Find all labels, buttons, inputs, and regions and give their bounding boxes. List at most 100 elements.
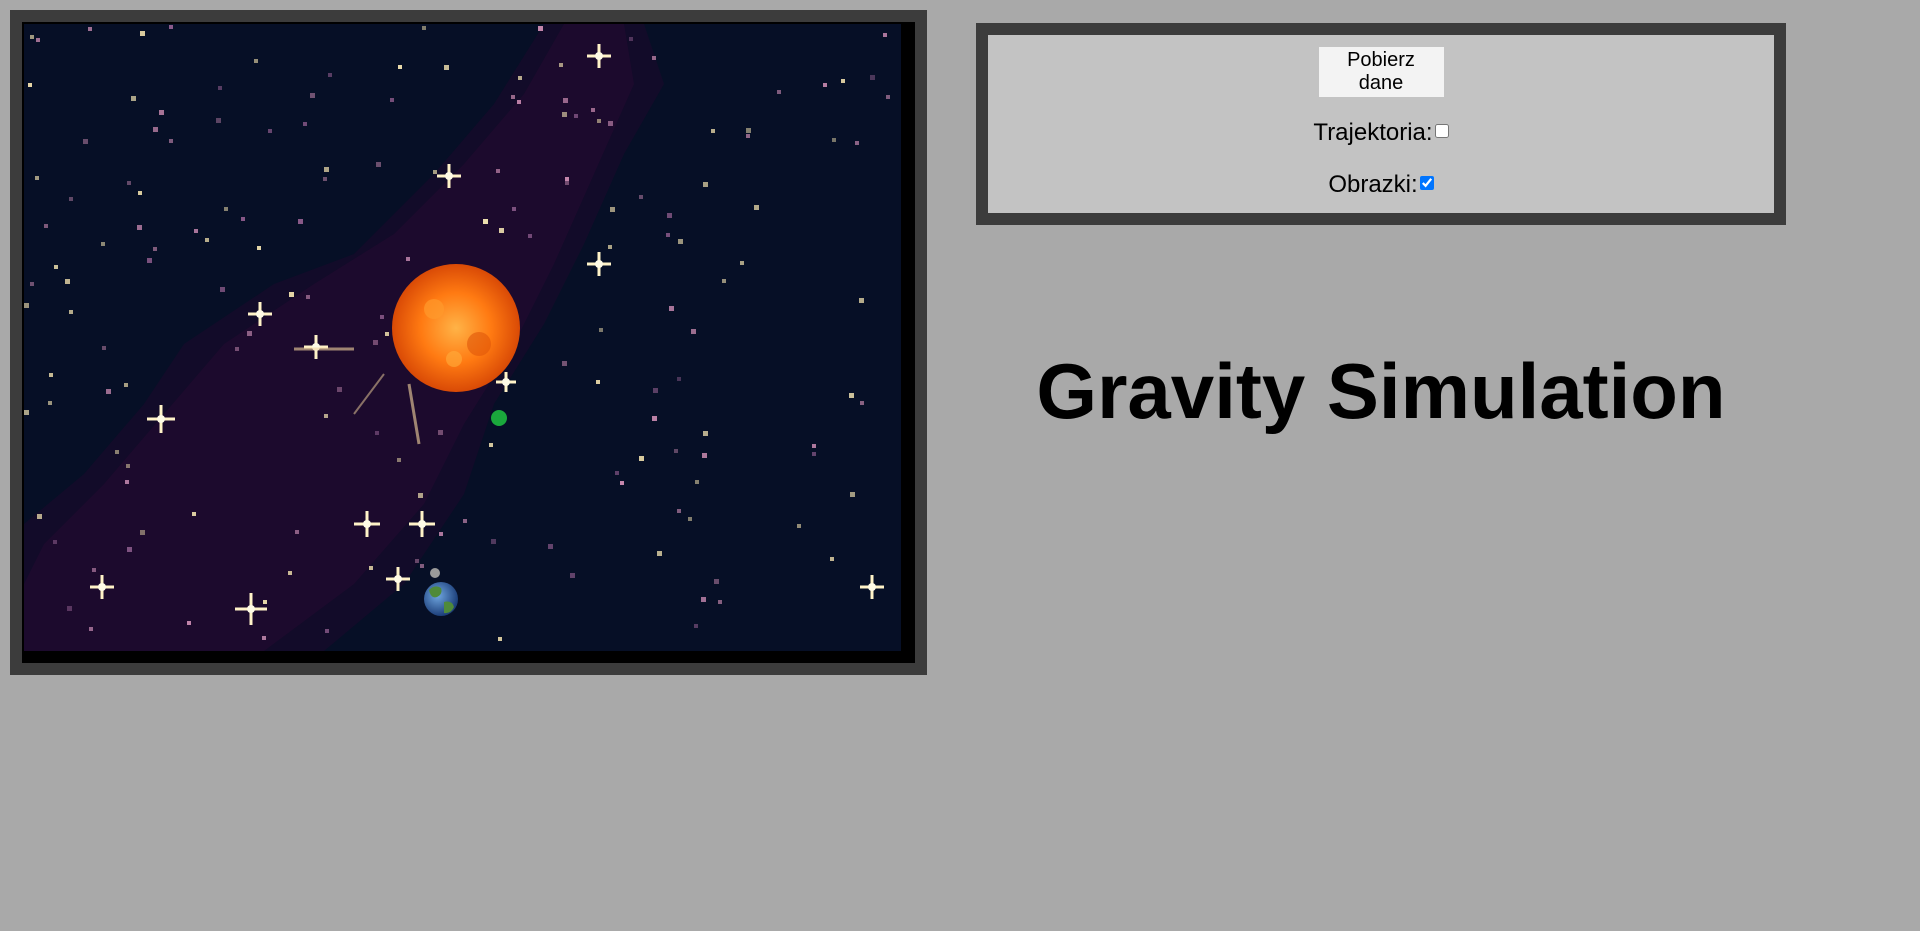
star [639,195,643,199]
star [740,261,744,265]
star [491,539,496,544]
star [639,456,644,461]
star [53,540,57,544]
star [205,238,209,242]
star [620,481,624,485]
star [860,401,864,405]
star [574,114,578,118]
star [106,389,111,394]
star [830,557,834,561]
star [36,38,40,42]
star [812,444,816,448]
star [328,73,332,77]
star [69,197,73,201]
star [669,306,674,311]
star [187,621,191,625]
star [418,493,423,498]
star [44,224,48,228]
star [88,27,92,31]
star [37,514,42,519]
star [596,380,600,384]
star [702,453,707,458]
star [615,471,619,475]
star [140,530,145,535]
star [591,108,595,112]
star [677,377,681,381]
star [137,225,142,230]
probe-dot[interactable] [491,410,507,426]
star [254,59,258,63]
star [599,328,603,332]
star [288,571,292,575]
star [380,315,384,319]
star [124,383,128,387]
star [169,25,173,29]
star [652,56,656,60]
images-checkbox[interactable] [1419,176,1434,190]
star [832,138,836,142]
star [653,388,658,393]
star [754,205,759,210]
star [548,544,553,549]
star [691,329,696,334]
sparkle-core [363,520,371,528]
star [306,295,310,299]
fetch-data-button[interactable]: Pobierz dane [1318,47,1444,97]
star [325,629,329,633]
star [295,530,299,534]
nebula-band [24,24,664,651]
images-row: Obrazki: [988,169,1774,201]
star [511,95,515,99]
star [695,480,699,484]
star [126,464,130,468]
sparkle-core [98,583,106,591]
star [65,279,70,284]
star [597,119,601,123]
simulation-canvas[interactable] [24,24,901,651]
star [310,93,315,98]
star [746,128,751,133]
star [268,129,272,133]
page-title: Gravity Simulation [1036,347,1726,435]
star [439,532,443,536]
star [169,139,173,143]
star [677,509,681,513]
earth-icon[interactable] [424,582,458,616]
moon-icon[interactable] [430,568,440,578]
star [153,127,158,132]
star [385,332,389,336]
star [194,229,198,233]
star [703,182,708,187]
trajectory-checkbox[interactable] [1434,124,1449,138]
star [722,279,726,283]
star [28,83,32,87]
star [390,98,394,102]
star [714,579,719,584]
star [420,564,424,568]
star [489,443,493,447]
star [823,83,827,87]
star [89,627,93,631]
images-label: Obrazki: [1328,171,1418,198]
star [422,26,426,30]
star [140,31,145,36]
star [83,139,88,144]
star [563,98,568,103]
star [218,86,222,90]
star [870,75,875,80]
star [610,207,615,212]
star [289,292,294,297]
star [376,162,381,167]
star [324,414,328,418]
star [886,95,890,99]
star [257,246,261,250]
star [298,219,303,224]
star [629,37,633,41]
star [247,331,252,336]
star [125,480,129,484]
star [859,298,864,303]
star [262,636,266,640]
star [608,121,613,126]
star [324,167,329,172]
star [483,219,488,224]
